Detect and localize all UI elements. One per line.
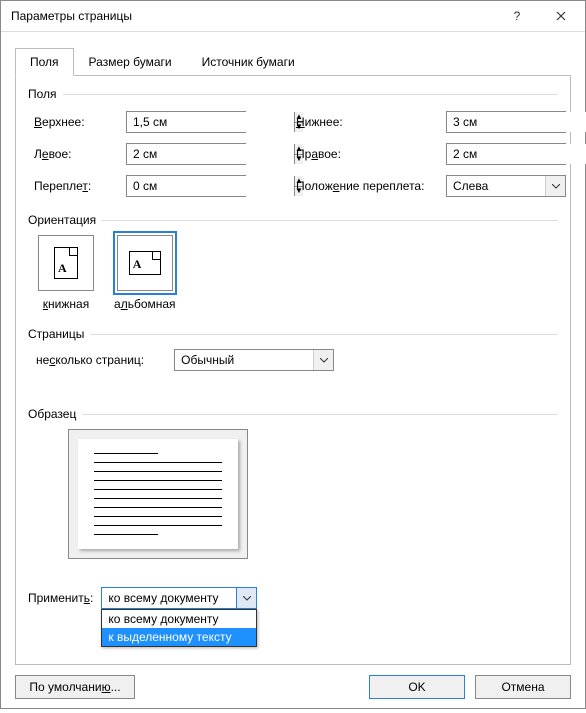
cancel-button[interactable]: Отмена <box>475 675 571 699</box>
dialog-content: Поля Размер бумаги Источник бумаги Поля … <box>1 32 585 665</box>
chevron-down-icon <box>236 588 256 608</box>
set-default-button[interactable]: По умолчанию... <box>15 675 135 699</box>
close-icon <box>556 11 566 21</box>
portrait-icon: A <box>38 235 94 291</box>
apply-select-value: ко всему документу <box>102 588 236 608</box>
apply-dropdown-list: ко всему документу к выделенному тексту <box>101 609 257 647</box>
tab-paper-source[interactable]: Источник бумаги <box>187 48 310 76</box>
margins-grid: Верхнее: ▲▼ Нижнее: ▲▼ Левое: ▲▼ Правое: <box>28 111 558 197</box>
bottom-margin-label: Нижнее: <box>296 115 446 129</box>
chevron-down-icon <box>313 350 333 370</box>
tab-margins[interactable]: Поля <box>15 48 74 76</box>
landscape-icon: A <box>117 235 173 291</box>
top-margin-label: Верхнее: <box>34 115 126 129</box>
multi-pages-value: Обычный <box>175 350 313 370</box>
bottom-margin-field[interactable] <box>447 112 586 132</box>
tab-panel: Поля Верхнее: ▲▼ Нижнее: ▲▼ Левое: <box>15 75 571 665</box>
preview-page-icon <box>78 439 238 549</box>
multi-pages-label: несколько страниц: <box>36 353 144 367</box>
group-margins: Поля <box>28 87 558 101</box>
gutter-input[interactable]: ▲▼ <box>126 175 246 197</box>
titlebar: Параметры страницы ? <box>1 1 585 32</box>
orientation-portrait[interactable]: A книжная <box>38 235 94 311</box>
pages-row: несколько страниц: Обычный <box>28 349 558 371</box>
window-title: Параметры страницы <box>11 9 495 23</box>
group-preview: Образец <box>28 407 558 421</box>
orientation-portrait-label: книжная <box>38 297 94 311</box>
right-margin-field[interactable] <box>447 144 586 164</box>
preview-container <box>28 429 558 559</box>
right-margin-label: Правое: <box>296 147 446 161</box>
preview-frame <box>68 429 248 559</box>
chevron-down-icon <box>545 176 565 196</box>
group-pages-label: Страницы <box>28 327 84 341</box>
bottom-margin-input[interactable]: ▲▼ <box>446 111 566 133</box>
help-button[interactable]: ? <box>495 1 539 31</box>
top-margin-input[interactable]: ▲▼ <box>126 111 246 133</box>
group-preview-label: Образец <box>28 407 76 421</box>
cancel-label: Отмена <box>501 680 544 694</box>
orientation-landscape-label: альбомная <box>114 297 176 311</box>
gutter-pos-label: Положение переплета: <box>296 179 446 193</box>
group-pages: Страницы <box>28 327 558 341</box>
gutter-field[interactable] <box>127 176 294 196</box>
page-setup-dialog: Параметры страницы ? Поля Размер бумаги … <box>0 0 586 709</box>
apply-row: Применить: ко всему документу ко всему д… <box>28 587 558 609</box>
tab-strip: Поля Размер бумаги Источник бумаги <box>15 47 571 76</box>
ok-label: OK <box>408 680 425 694</box>
gutter-pos-select[interactable]: Слева <box>446 175 566 197</box>
apply-select[interactable]: ко всему документу <box>101 587 257 609</box>
group-orientation-label: Ориентация <box>28 213 96 227</box>
multi-pages-select[interactable]: Обычный <box>174 349 334 371</box>
orientation-landscape[interactable]: A альбомная <box>114 235 176 311</box>
gutter-label: Переплет: <box>34 179 126 193</box>
apply-label: Применить: <box>28 591 93 605</box>
ok-button[interactable]: OK <box>369 675 465 699</box>
left-margin-input[interactable]: ▲▼ <box>126 143 246 165</box>
set-default-label: По умолчанию... <box>29 680 120 694</box>
top-margin-field[interactable] <box>127 112 294 132</box>
apply-option-whole-doc[interactable]: ко всему документу <box>102 610 256 628</box>
left-margin-field[interactable] <box>127 144 294 164</box>
dialog-footer: По умолчанию... OK Отмена <box>1 665 585 713</box>
left-margin-label: Левое: <box>34 147 126 161</box>
right-margin-input[interactable]: ▲▼ <box>446 143 566 165</box>
orientation-row: A книжная A альбомная <box>28 235 558 311</box>
gutter-pos-value: Слева <box>447 176 545 196</box>
apply-option-selected-text[interactable]: к выделенному тексту <box>102 628 256 646</box>
group-margins-label: Поля <box>28 87 57 101</box>
group-orientation: Ориентация <box>28 213 558 227</box>
close-button[interactable] <box>539 1 583 31</box>
tab-paper-size[interactable]: Размер бумаги <box>74 48 187 76</box>
